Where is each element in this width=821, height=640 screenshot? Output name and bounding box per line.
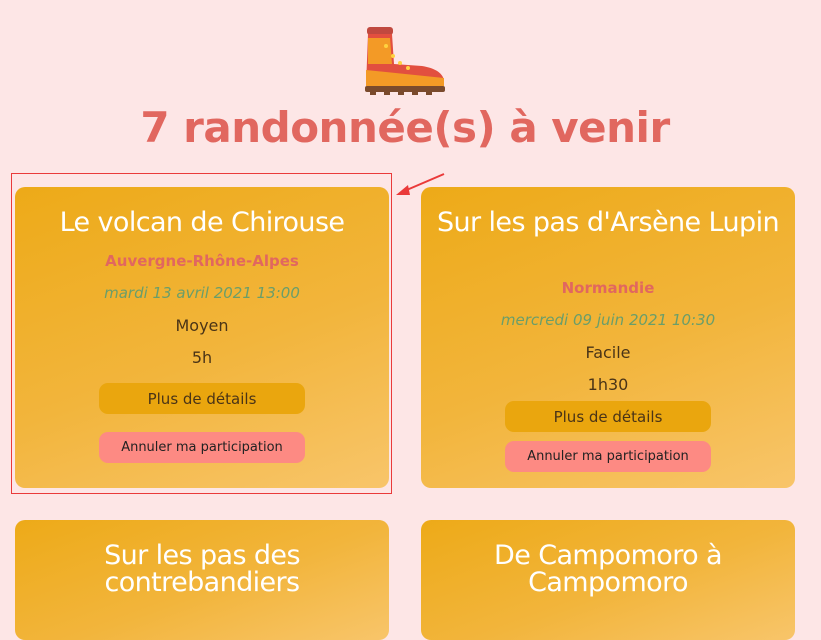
hike-card: Sur les pas des contrebandiers — [15, 520, 389, 640]
hike-card: De Campomoro à Campomoro — [421, 520, 795, 640]
hiking-boot-icon — [365, 27, 445, 95]
arrow-icon — [396, 173, 445, 195]
hike-date: mercredi 09 juin 2021 10:30 — [500, 311, 716, 329]
details-button[interactable]: Plus de détails — [505, 401, 711, 432]
hike-duration: 1h30 — [587, 375, 629, 394]
hike-title: De Campomoro à Campomoro — [494, 540, 723, 598]
hike-title: Sur les pas des contrebandiers — [104, 540, 300, 598]
page-title: 7 randonnée(s) à venir — [140, 103, 670, 152]
highlight-box — [11, 173, 392, 494]
hike-card: Sur les pas d'Arsène Lupin Normandie mer… — [421, 187, 795, 488]
hike-title: Sur les pas d'Arsène Lupin — [437, 207, 780, 238]
cancel-participation-button[interactable]: Annuler ma participation — [505, 441, 711, 472]
hike-region: Normandie — [561, 279, 655, 297]
hike-level: Facile — [585, 343, 631, 362]
